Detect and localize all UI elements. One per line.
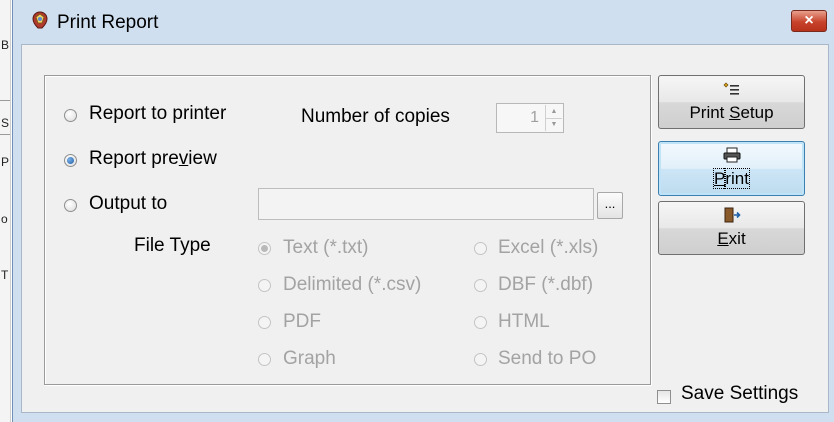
exit-label: Exit <box>717 229 746 248</box>
file-type-graph-radio[interactable] <box>258 353 271 366</box>
spin-up-icon[interactable]: ▲ <box>546 105 562 119</box>
file-type-send-to-po-label[interactable]: Send to PO <box>498 348 596 370</box>
browse-button[interactable]: ... <box>597 192 623 219</box>
background-app-text: B <box>1 38 10 52</box>
file-type-pdf-radio[interactable] <box>258 316 271 329</box>
file-type-excel-radio[interactable] <box>474 242 487 255</box>
print-setup-icon <box>659 81 804 99</box>
background-app-divider <box>0 100 10 101</box>
print-setup-button[interactable]: Print Setup <box>658 75 805 129</box>
background-app-text: T <box>1 268 9 282</box>
background-app-text: P <box>1 155 10 169</box>
exit-door-icon <box>659 207 804 225</box>
copies-label: Number of copies <box>301 106 450 127</box>
background-app-text: S <box>1 116 10 130</box>
file-type-graph-label[interactable]: Graph <box>283 348 336 370</box>
report-preview-radio[interactable] <box>64 154 77 167</box>
background-app-text: o <box>1 212 8 226</box>
copies-spin-buttons[interactable]: ▲ ▼ <box>545 105 562 131</box>
window-title: Print Report <box>57 12 159 33</box>
output-to-radio[interactable] <box>64 199 77 212</box>
output-to-label[interactable]: Output to <box>89 193 167 215</box>
file-type-delimited-label[interactable]: Delimited (*.csv) <box>283 274 421 296</box>
file-type-label: File Type <box>134 235 211 256</box>
dialog-client-area: Report to printer Number of copies 1 ▲ ▼… <box>21 44 829 413</box>
print-setup-label: Print Setup <box>689 103 774 122</box>
file-type-send-to-po-radio[interactable] <box>474 353 487 366</box>
background-app-divider <box>0 134 10 135</box>
file-type-html-label[interactable]: HTML <box>498 311 550 333</box>
output-options-group: Report to printer Number of copies 1 ▲ ▼… <box>44 75 651 385</box>
close-icon: × <box>804 12 814 29</box>
printer-icon <box>659 147 804 165</box>
report-to-printer-radio[interactable] <box>64 109 77 122</box>
title-bar[interactable]: Print Report × <box>13 0 834 44</box>
file-type-excel-label[interactable]: Excel (*.xls) <box>498 237 598 259</box>
copies-stepper[interactable]: 1 ▲ ▼ <box>496 103 564 133</box>
file-type-dbf-radio[interactable] <box>474 279 487 292</box>
background-app-strip: B S P o T <box>0 0 11 422</box>
print-report-dialog: Print Report × Report to printer Number … <box>12 0 834 422</box>
report-to-printer-label[interactable]: Report to printer <box>89 103 226 125</box>
print-label: Print <box>712 168 750 189</box>
close-button[interactable]: × <box>791 10 827 32</box>
save-settings-checkbox[interactable] <box>657 390 671 404</box>
file-type-delimited-radio[interactable] <box>258 279 271 292</box>
save-settings-label[interactable]: Save Settings <box>681 383 798 405</box>
copies-value[interactable]: 1 <box>530 109 539 127</box>
file-type-dbf-label[interactable]: DBF (*.dbf) <box>498 274 593 296</box>
output-path-field[interactable] <box>258 188 594 220</box>
app-icon <box>30 10 50 30</box>
file-type-text-radio[interactable] <box>258 242 271 255</box>
print-button[interactable]: Print <box>658 141 805 196</box>
ellipsis-icon: ... <box>604 196 616 211</box>
spin-down-icon[interactable]: ▼ <box>546 118 562 131</box>
file-type-html-radio[interactable] <box>474 316 487 329</box>
file-type-pdf-label[interactable]: PDF <box>283 311 321 333</box>
report-preview-label[interactable]: Report preview <box>89 148 217 170</box>
file-type-text-label[interactable]: Text (*.txt) <box>283 237 369 259</box>
exit-button[interactable]: Exit <box>658 201 805 255</box>
